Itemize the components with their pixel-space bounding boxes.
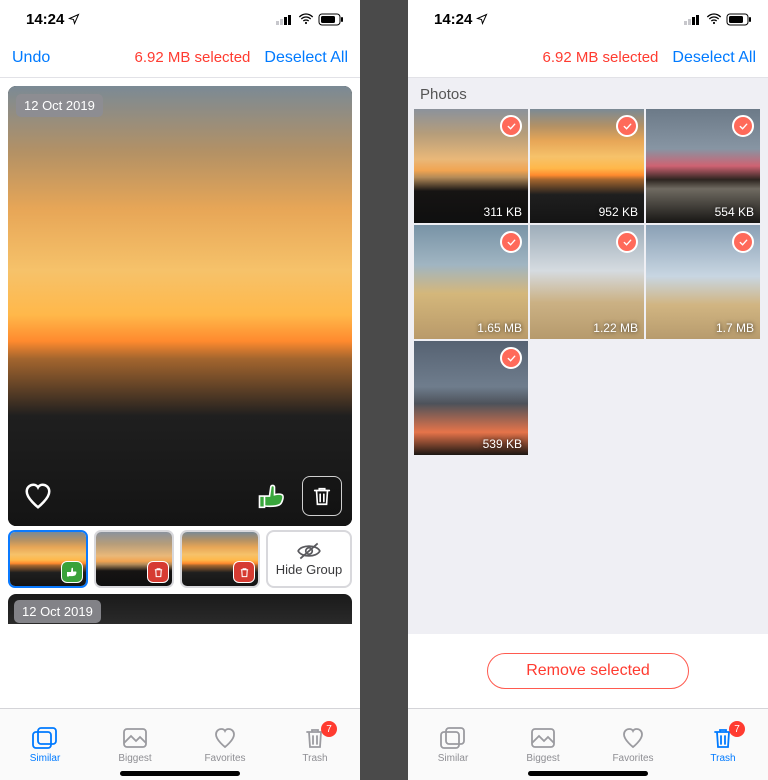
thumbnail[interactable] [8, 530, 88, 588]
remove-bar: Remove selected [408, 634, 768, 708]
similar-icon [439, 725, 467, 751]
similar-icon [31, 725, 59, 751]
photo-preview[interactable]: 12 Oct 2019 [8, 86, 352, 526]
photo-cell[interactable]: 539 KB [414, 341, 528, 455]
image-icon [529, 725, 557, 751]
tab-label: Biggest [526, 753, 559, 764]
file-size: 311 KB [484, 205, 522, 219]
trash-badge: 7 [729, 721, 745, 737]
section-header: Photos [408, 78, 768, 109]
hide-group-label: Hide Group [276, 562, 342, 577]
battery-icon [318, 13, 344, 26]
location-icon [68, 13, 80, 25]
thumbnail-strip: Hide Group [0, 530, 360, 594]
photo-grid: 311 KB 952 KB 554 KB 1.65 MB 1.22 MB 1.7… [408, 109, 768, 455]
tab-label: Favorites [612, 753, 653, 764]
date-badge: 12 Oct 2019 [14, 600, 101, 623]
checkmark-icon [500, 231, 522, 253]
nav-bar: Undo 6.92 MB selected Deselect All [0, 38, 360, 78]
file-size: 1.22 MB [593, 321, 638, 335]
heart-icon [212, 725, 238, 751]
tab-favorites[interactable]: Favorites [593, 725, 673, 764]
keep-badge-icon [61, 561, 83, 583]
tab-trash[interactable]: Trash 7 [683, 725, 763, 764]
tab-label: Similar [438, 753, 469, 764]
checkmark-icon [500, 347, 522, 369]
checkmark-icon [616, 231, 638, 253]
screen-similar: 14:24 Undo 6.92 MB selected Deselect All… [0, 0, 360, 780]
status-time: 14:24 [434, 11, 472, 28]
status-bar: 14:24 [408, 0, 768, 38]
location-icon [476, 13, 488, 25]
tab-label: Trash [710, 753, 735, 764]
favorite-button[interactable] [18, 476, 58, 516]
selection-size-label: 6.92 MB selected [135, 49, 251, 66]
trash-button[interactable] [302, 476, 342, 516]
date-badge: 12 Oct 2019 [16, 94, 103, 117]
photo-cell[interactable]: 311 KB [414, 109, 528, 223]
hide-group-button[interactable]: Hide Group [266, 530, 352, 588]
photo-cell[interactable]: 1.65 MB [414, 225, 528, 339]
trash-badge: 7 [321, 721, 337, 737]
battery-icon [726, 13, 752, 26]
status-time: 14:24 [26, 11, 64, 28]
file-size: 1.7 MB [716, 321, 754, 335]
tab-label: Similar [30, 753, 61, 764]
file-size: 539 KB [483, 437, 522, 451]
next-group-preview[interactable]: 12 Oct 2019 [8, 594, 352, 624]
cell-signal-icon [684, 13, 702, 25]
image-icon [121, 725, 149, 751]
undo-button[interactable]: Undo [12, 49, 50, 67]
deselect-all-button[interactable]: Deselect All [264, 49, 348, 67]
trash-badge-icon [147, 561, 169, 583]
tab-biggest[interactable]: Biggest [95, 725, 175, 764]
checkmark-icon [616, 115, 638, 137]
eye-off-icon [296, 542, 322, 560]
nav-bar: 6.92 MB selected Deselect All [408, 38, 768, 78]
status-bar: 14:24 [0, 0, 360, 38]
photo-cell[interactable]: 1.22 MB [530, 225, 644, 339]
wifi-icon [298, 13, 314, 25]
selection-size-label: 6.92 MB selected [543, 49, 659, 66]
home-indicator[interactable] [528, 771, 648, 776]
remove-selected-button[interactable]: Remove selected [487, 653, 689, 689]
tab-similar[interactable]: Similar [5, 725, 85, 764]
photo-cell[interactable]: 1.7 MB [646, 225, 760, 339]
tab-label: Favorites [204, 753, 245, 764]
photo-cell[interactable]: 554 KB [646, 109, 760, 223]
file-size: 554 KB [715, 205, 754, 219]
checkmark-icon [732, 115, 754, 137]
tab-trash[interactable]: Trash 7 [275, 725, 355, 764]
preview-image [8, 86, 352, 526]
tab-bar: Similar Biggest Favorites Trash 7 [408, 708, 768, 780]
checkmark-icon [500, 115, 522, 137]
tab-similar[interactable]: Similar [413, 725, 493, 764]
cell-signal-icon [276, 13, 294, 25]
thumbnail[interactable] [180, 530, 260, 588]
tab-label: Biggest [118, 753, 151, 764]
file-size: 952 KB [599, 205, 638, 219]
wifi-icon [706, 13, 722, 25]
screen-trash: 14:24 6.92 MB selected Deselect All Phot… [408, 0, 768, 780]
home-indicator[interactable] [120, 771, 240, 776]
tab-biggest[interactable]: Biggest [503, 725, 583, 764]
file-size: 1.65 MB [477, 321, 522, 335]
tab-label: Trash [302, 753, 327, 764]
deselect-all-button[interactable]: Deselect All [672, 49, 756, 67]
thumbnail[interactable] [94, 530, 174, 588]
heart-icon [620, 725, 646, 751]
keep-button[interactable] [252, 476, 292, 516]
tab-bar: Similar Biggest Favorites Trash 7 [0, 708, 360, 780]
photo-cell[interactable]: 952 KB [530, 109, 644, 223]
trash-badge-icon [233, 561, 255, 583]
tab-favorites[interactable]: Favorites [185, 725, 265, 764]
checkmark-icon [732, 231, 754, 253]
